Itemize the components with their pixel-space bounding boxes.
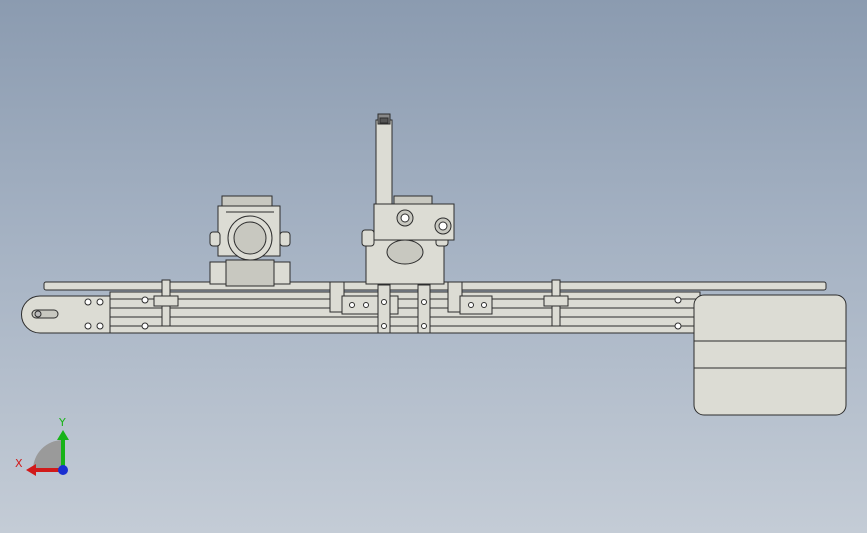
idler-bolt <box>84 322 92 330</box>
strap-hole <box>421 299 427 305</box>
idler-bolt <box>34 310 42 318</box>
y-axis-label: Y <box>58 416 66 429</box>
strap-hole <box>381 299 387 305</box>
rail-screw <box>674 296 682 304</box>
triad-plane-indicator <box>33 440 63 470</box>
strap-hole <box>421 323 427 329</box>
idler-bolt <box>84 298 92 306</box>
frame-rail <box>109 291 701 334</box>
x-axis-label: X <box>15 457 23 470</box>
idler-bolt <box>96 298 104 306</box>
side-bracket <box>153 295 179 307</box>
rail-screw <box>141 322 149 330</box>
strap-hole <box>381 323 387 329</box>
cad-model-viewport[interactable]: Y X <box>0 0 867 533</box>
drive-unit-center <box>361 113 455 285</box>
drive-unit-left <box>209 195 291 287</box>
conveyor-assembly[interactable] <box>21 113 847 416</box>
side-bracket <box>543 295 569 307</box>
rail-screw <box>141 296 149 304</box>
mount-plate <box>459 295 493 315</box>
rail-screw <box>674 322 682 330</box>
coordinate-triad: Y X <box>15 416 69 476</box>
plate-hole <box>349 302 355 308</box>
y-axis-arrowhead <box>57 430 69 440</box>
z-axis-indicator <box>58 465 68 475</box>
plate-hole <box>363 302 369 308</box>
motor-housing-right <box>693 294 847 416</box>
idler-bolt <box>96 322 104 330</box>
plate-hole <box>481 302 487 308</box>
plate-hole <box>468 302 474 308</box>
x-axis-arrowhead <box>26 464 36 476</box>
